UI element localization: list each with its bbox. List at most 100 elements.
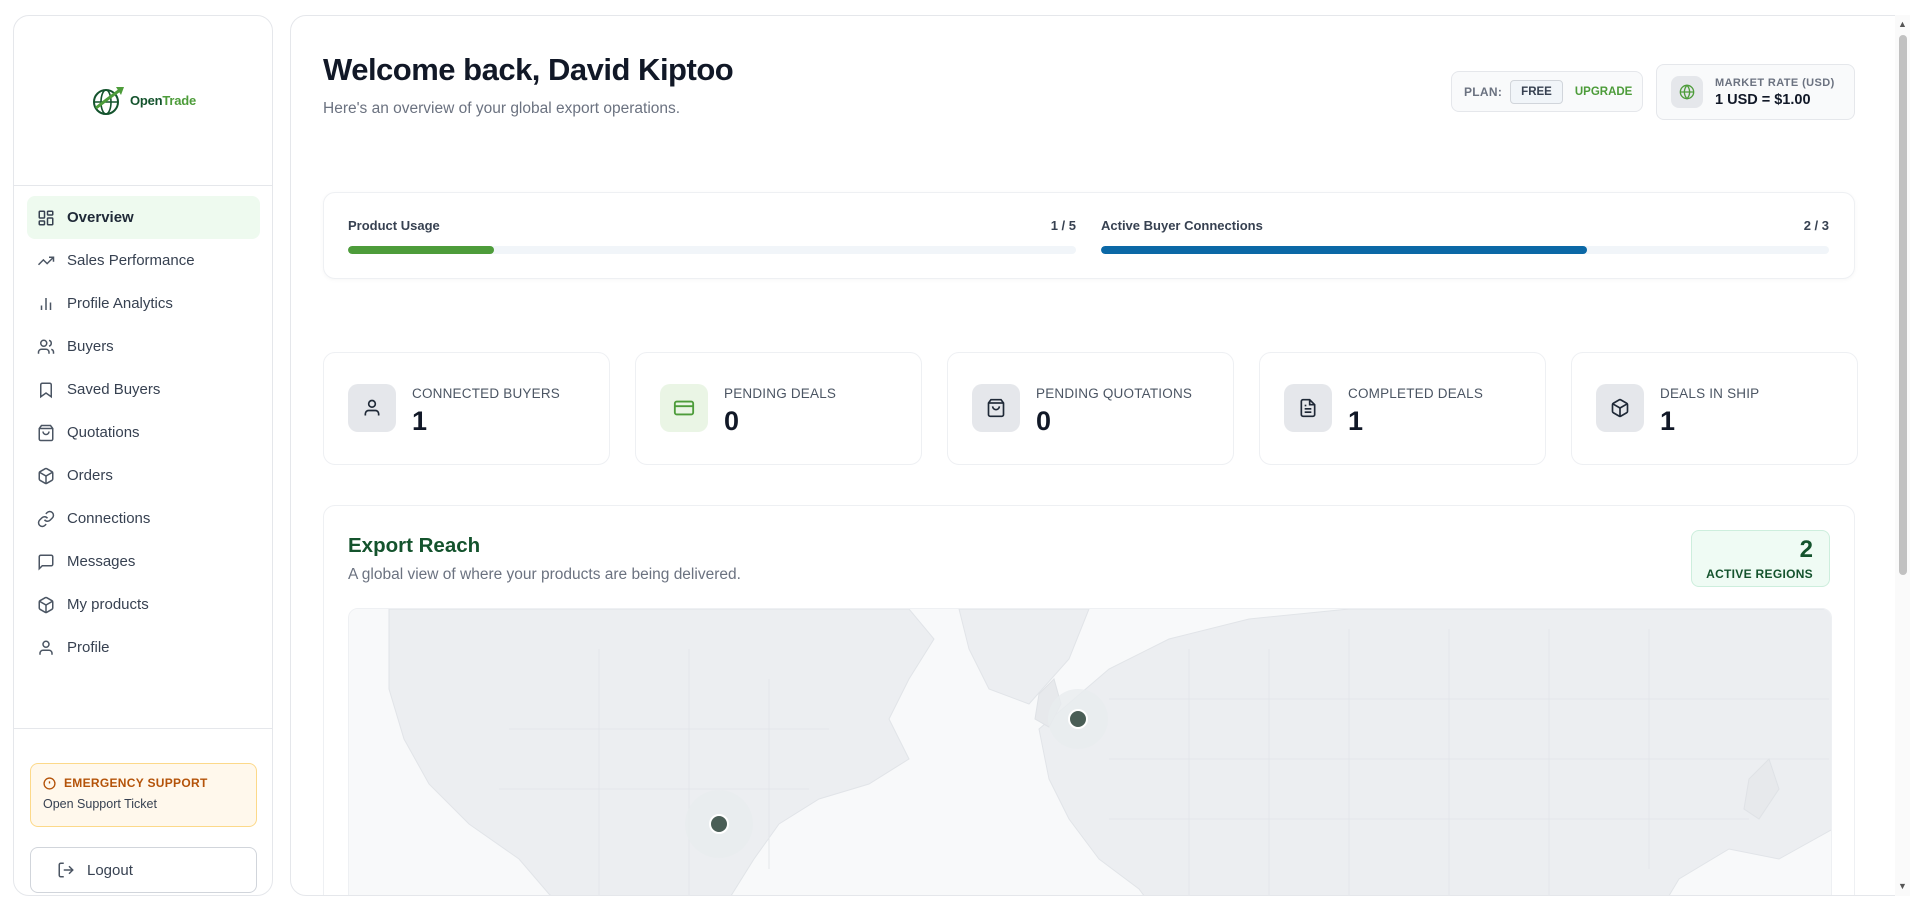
stat-value: 1 bbox=[1348, 406, 1364, 436]
map-landmass-eurasia bbox=[1038, 609, 1831, 895]
sidebar-item-connections[interactable]: Connections bbox=[27, 497, 260, 540]
sidebar-item-label: Orders bbox=[67, 467, 113, 484]
sidebar-nav: Overview Sales Performance Profile Analy… bbox=[14, 186, 272, 669]
scroll-up-arrow-icon[interactable]: ▲ bbox=[1898, 19, 1907, 29]
sidebar-item-my-products[interactable]: My products bbox=[27, 583, 260, 626]
stat-card-pending-quotations[interactable]: PENDING QUOTATIONS 0 bbox=[947, 352, 1234, 465]
opentrade-logo[interactable]: OpenTrade bbox=[90, 84, 196, 118]
sidebar-item-quotations[interactable]: Quotations bbox=[27, 411, 260, 454]
user-icon bbox=[364, 399, 380, 416]
active-buyer-connections: Active Buyer Connections 2 / 3 bbox=[1101, 218, 1829, 254]
package-icon bbox=[38, 596, 54, 613]
stat-value: 0 bbox=[724, 406, 740, 436]
market-rate-value: 1 USD = $1.00 bbox=[1715, 91, 1811, 108]
stat-icon-wrap bbox=[348, 384, 396, 432]
stat-value: 1 bbox=[412, 406, 428, 436]
usage-count: 2 / 3 bbox=[1803, 218, 1829, 233]
shopping-bag-icon bbox=[987, 398, 1005, 418]
alert-circle-icon bbox=[43, 776, 56, 790]
usage-progress-fill bbox=[1101, 246, 1587, 254]
sidebar-item-label: Profile bbox=[67, 639, 110, 656]
sidebar-item-buyers[interactable]: Buyers bbox=[27, 325, 260, 368]
open-support-ticket-link[interactable]: Open Support Ticket bbox=[43, 797, 244, 811]
sidebar-item-messages[interactable]: Messages bbox=[27, 540, 260, 583]
usage-row: Product Usage 1 / 5 bbox=[348, 218, 1076, 233]
stat-card-deals-in-ship[interactable]: DEALS IN SHIP 1 bbox=[1571, 352, 1858, 465]
stat-value: 1 bbox=[1660, 406, 1676, 436]
globe-icon bbox=[1679, 84, 1695, 100]
scroll-down-arrow-icon[interactable]: ▼ bbox=[1898, 881, 1907, 891]
file-text-icon bbox=[1300, 398, 1316, 418]
export-reach-title: Export Reach bbox=[348, 534, 481, 557]
market-rate-text: MARKET RATE (USD) 1 USD = $1.00 bbox=[1715, 77, 1835, 108]
sidebar-item-profile[interactable]: Profile bbox=[27, 626, 260, 669]
users-icon bbox=[37, 339, 55, 354]
product-usage: Product Usage 1 / 5 bbox=[348, 218, 1076, 254]
sidebar-item-profile-analytics[interactable]: Profile Analytics bbox=[27, 282, 260, 325]
usage-progress-track bbox=[348, 246, 1076, 254]
sidebar-footer: EMERGENCY SUPPORT Open Support Ticket Lo… bbox=[14, 728, 272, 893]
export-reach-card: Export Reach A global view of where your… bbox=[323, 505, 1855, 895]
sidebar-item-label: Saved Buyers bbox=[67, 381, 161, 398]
sidebar: OpenTrade Overview Sales Performance Pro… bbox=[13, 15, 273, 896]
scroll-thumb[interactable] bbox=[1899, 35, 1907, 575]
plan-box: PLAN: FREE UPGRADE bbox=[1451, 71, 1643, 112]
stat-icon-wrap bbox=[1284, 384, 1332, 432]
emergency-support-title: EMERGENCY SUPPORT bbox=[43, 776, 244, 790]
package-icon bbox=[1611, 398, 1629, 418]
active-regions-badge: 2 ACTIVE REGIONS bbox=[1691, 530, 1830, 587]
map-marker-us bbox=[709, 814, 729, 834]
plan-label: PLAN: bbox=[1464, 84, 1503, 99]
usage-progress-fill bbox=[348, 246, 494, 254]
logout-label: Logout bbox=[87, 861, 133, 879]
emergency-support-card[interactable]: EMERGENCY SUPPORT Open Support Ticket bbox=[30, 763, 257, 827]
usage-label: Product Usage bbox=[348, 218, 440, 233]
shopping-bag-icon bbox=[38, 424, 54, 441]
sidebar-item-overview[interactable]: Overview bbox=[27, 196, 260, 239]
market-rate-box: MARKET RATE (USD) 1 USD = $1.00 bbox=[1656, 64, 1855, 120]
logout-button[interactable]: Logout bbox=[30, 847, 257, 893]
page-title: Welcome back, David Kiptoo bbox=[323, 52, 734, 87]
rate-icon-wrap bbox=[1671, 76, 1703, 108]
stat-card-connected-buyers[interactable]: CONNECTED BUYERS 1 bbox=[323, 352, 610, 465]
stat-icon-wrap bbox=[1596, 384, 1644, 432]
sidebar-item-label: Sales Performance bbox=[67, 252, 195, 269]
message-square-icon bbox=[38, 554, 54, 571]
stat-value: 0 bbox=[1036, 406, 1052, 436]
stat-label: PENDING QUOTATIONS bbox=[1036, 386, 1193, 401]
export-reach-subtitle: A global view of where your products are… bbox=[348, 566, 741, 583]
world-map[interactable] bbox=[348, 608, 1832, 895]
stat-card-pending-deals[interactable]: PENDING DEALS 0 bbox=[635, 352, 922, 465]
credit-card-icon bbox=[673, 400, 695, 416]
stat-label: CONNECTED BUYERS bbox=[412, 386, 560, 401]
active-regions-count: 2 bbox=[1799, 536, 1813, 563]
layout-grid-icon bbox=[38, 210, 54, 225]
stat-icon-wrap bbox=[660, 384, 708, 432]
upgrade-button[interactable]: UPGRADE bbox=[1575, 86, 1633, 98]
sidebar-item-label: Buyers bbox=[67, 338, 114, 355]
main-content: Welcome back, David Kiptoo Here's an ove… bbox=[290, 15, 1897, 896]
sidebar-item-saved-buyers[interactable]: Saved Buyers bbox=[27, 368, 260, 411]
logo-area: OpenTrade bbox=[14, 16, 272, 186]
plan-badge: FREE bbox=[1510, 79, 1563, 104]
sidebar-item-label: Profile Analytics bbox=[67, 295, 173, 312]
stat-label: COMPLETED DEALS bbox=[1348, 386, 1484, 401]
usage-label: Active Buyer Connections bbox=[1101, 218, 1263, 233]
stat-card-completed-deals[interactable]: COMPLETED DEALS 1 bbox=[1259, 352, 1546, 465]
package-icon bbox=[38, 467, 54, 484]
usage-card: Product Usage 1 / 5 Active Buyer Connect… bbox=[323, 192, 1855, 279]
sidebar-item-sales-performance[interactable]: Sales Performance bbox=[27, 239, 260, 282]
map-marker-uk bbox=[1068, 709, 1088, 729]
sidebar-item-label: Quotations bbox=[67, 424, 140, 441]
sidebar-item-orders[interactable]: Orders bbox=[27, 454, 260, 497]
usage-row: Active Buyer Connections 2 / 3 bbox=[1101, 218, 1829, 233]
stat-icon-wrap bbox=[972, 384, 1020, 432]
trending-up-icon bbox=[37, 256, 55, 265]
active-regions-label: ACTIVE REGIONS bbox=[1706, 567, 1813, 581]
bar-chart-icon bbox=[40, 297, 52, 310]
globe-logo-icon bbox=[92, 86, 124, 115]
sidebar-item-label: Connections bbox=[67, 510, 151, 527]
user-icon bbox=[39, 640, 53, 655]
emergency-title-text: EMERGENCY SUPPORT bbox=[64, 776, 208, 790]
page-scrollbar[interactable]: ▲ ▼ bbox=[1895, 15, 1910, 896]
